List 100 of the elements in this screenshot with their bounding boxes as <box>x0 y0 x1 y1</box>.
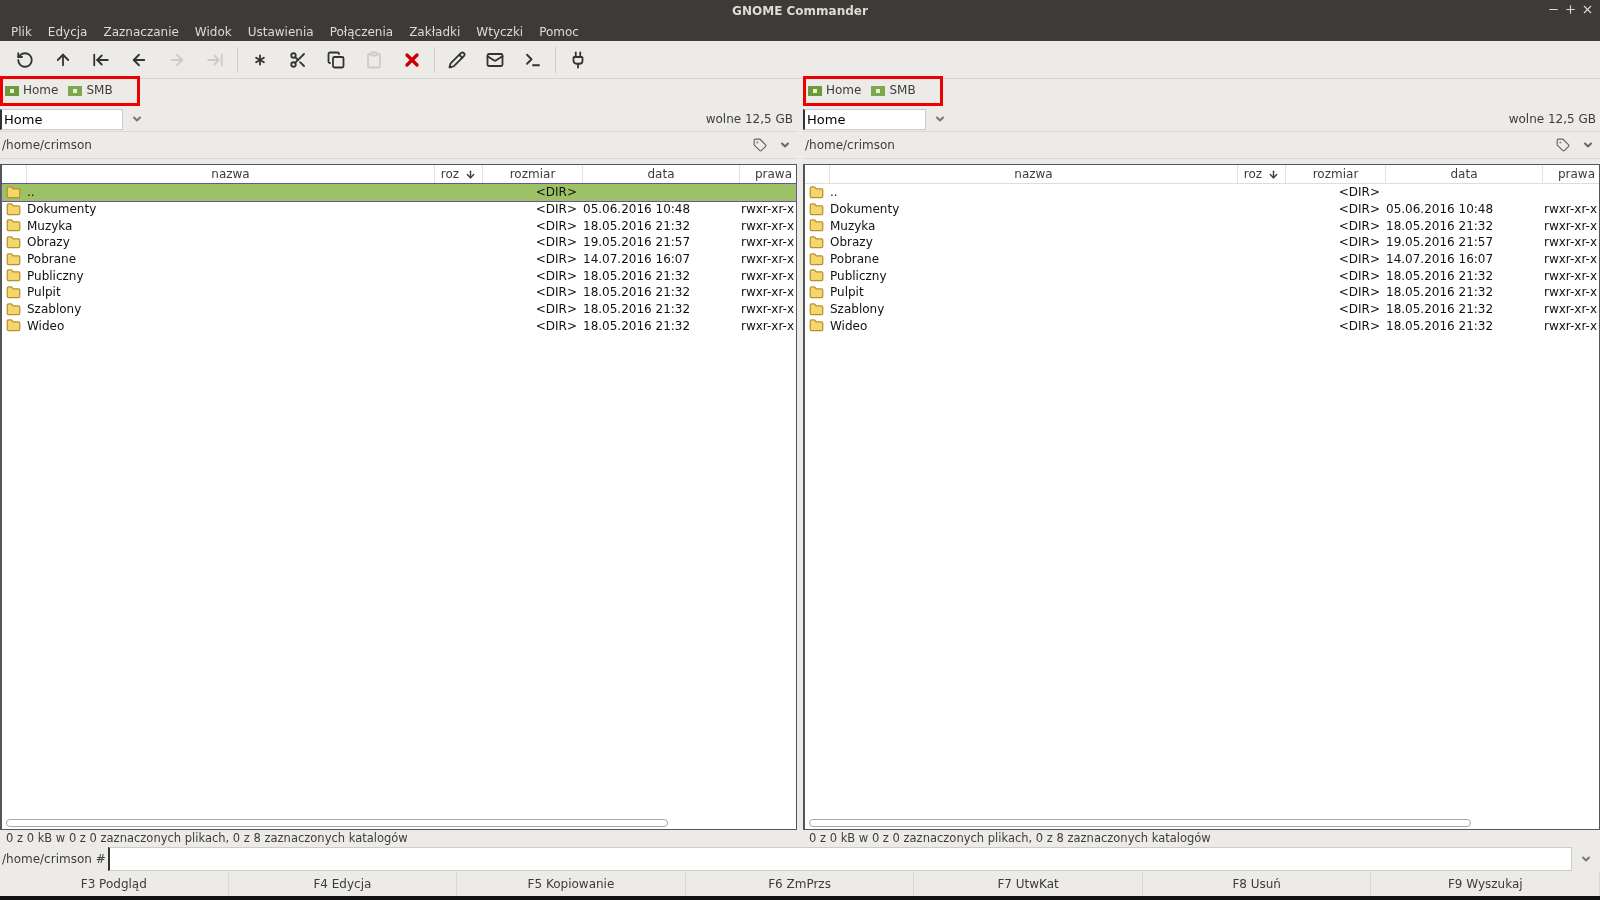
date-cell-text: 05.06.2016 10:48 <box>1386 202 1495 217</box>
permissions-cell-text: rwxr-xr-x <box>740 318 795 333</box>
path-label: /home/crimson <box>804 138 895 152</box>
size-cell-text: <DIR> <box>1337 285 1381 300</box>
drive-icon <box>68 84 83 96</box>
size-cell-text: <DIR> <box>1337 268 1381 283</box>
permissions-cell-text: rwxr-xr-x <box>1543 252 1598 267</box>
device-button[interactable]: Home <box>5 83 59 97</box>
file-row[interactable]: Publiczny <DIR> 18.05.2016 21:32 rwxr-xr-x <box>805 267 1599 285</box>
file-row[interactable]: .. <DIR> <box>2 184 796 201</box>
permissions-cell-text: rwxr-xr-x <box>740 218 795 233</box>
drive-combo[interactable]: Home <box>0 108 123 130</box>
permissions-cell-text: rwxr-xr-x <box>1543 235 1598 250</box>
permissions-cell-text: rwxr-xr-x <box>1543 318 1598 333</box>
menu-item[interactable]: Edycja <box>40 24 95 39</box>
file-row[interactable]: Pobrane <DIR> 14.07.2016 16:07 rwxr-xr-x <box>2 250 796 268</box>
menu-item[interactable]: Plik <box>4 24 39 39</box>
date-cell-text: 19.05.2016 21:57 <box>1386 235 1495 250</box>
date-cell-text: 18.05.2016 21:32 <box>1386 285 1495 300</box>
folder-icon <box>6 234 21 250</box>
date-cell-text: 18.05.2016 21:32 <box>1386 318 1495 333</box>
menu-item[interactable]: Połączenia <box>322 24 401 39</box>
name-cell-text: Szablony <box>830 302 886 317</box>
copy-icon <box>327 50 345 69</box>
date-cell-text: 18.05.2016 21:32 <box>583 318 692 333</box>
file-row[interactable]: Pulpit <DIR> 18.05.2016 21:32 rwxr-xr-x <box>2 284 796 301</box>
file-row[interactable]: Muzyka <DIR> 18.05.2016 21:32 rwxr-xr-x <box>805 217 1599 235</box>
file-row[interactable]: Publiczny <DIR> 18.05.2016 21:32 rwxr-xr-x <box>2 267 796 285</box>
file-row[interactable]: Wideo <DIR> 18.05.2016 21:32 rwxr-xr-x <box>805 317 1599 335</box>
name-cell-text: Dokumenty <box>830 202 901 217</box>
size-cell-text: <DIR> <box>1337 235 1381 250</box>
bookmark-icon[interactable] <box>753 138 767 152</box>
file-row[interactable]: Dokumenty <DIR> 05.06.2016 10:48 rwxr-xr-x <box>2 200 796 218</box>
date-cell-text: 05.06.2016 10:48 <box>583 202 692 217</box>
folder-icon <box>6 284 21 300</box>
column-title: roz <box>440 167 460 181</box>
folder-icon <box>6 201 21 217</box>
date-cell-text: 18.05.2016 21:32 <box>1386 268 1495 283</box>
column-header[interactable]: nazwa <box>830 165 1238 183</box>
name-cell-text: Szablony <box>27 302 83 317</box>
file-row[interactable]: Wideo <DIR> 18.05.2016 21:32 rwxr-xr-x <box>2 317 796 335</box>
file-row[interactable]: Dokumenty <DIR> 05.06.2016 10:48 rwxr-xr-x <box>805 200 1599 218</box>
menu-item[interactable]: Widok <box>187 24 239 39</box>
name-cell-text: Pobrane <box>830 252 881 267</box>
name-cell-text: .. <box>830 185 839 200</box>
permissions-cell-text: rwxr-xr-x <box>1543 302 1598 317</box>
folder-icon <box>6 318 21 334</box>
date-cell-text: 14.07.2016 16:07 <box>583 252 692 267</box>
column-header[interactable]: data <box>1386 165 1543 183</box>
date-cell-text: 18.05.2016 21:32 <box>583 268 692 283</box>
maximize-icon[interactable] <box>1564 3 1577 16</box>
file-row[interactable]: Pobrane <DIR> 14.07.2016 16:07 rwxr-xr-x <box>805 250 1599 268</box>
name-cell-text: .. <box>27 185 36 200</box>
command-input[interactable] <box>107 847 1572 871</box>
permissions-cell-text: rwxr-xr-x <box>740 302 795 317</box>
date-cell-text: 18.05.2016 21:32 <box>1386 302 1495 317</box>
size-cell-text: <DIR> <box>1337 302 1381 317</box>
folder-icon <box>6 218 21 234</box>
size-cell-text: <DIR> <box>1337 202 1381 217</box>
column-header[interactable]: rozmiar <box>1286 165 1386 183</box>
pencil-icon <box>448 50 466 69</box>
file-row[interactable]: Obrazy <DIR> 19.05.2016 21:57 rwxr-xr-x <box>2 234 796 251</box>
menu-item[interactable]: Ustawienia <box>240 24 321 39</box>
file-row[interactable]: Muzyka <DIR> 18.05.2016 21:32 rwxr-xr-x <box>2 217 796 235</box>
drive-icon <box>808 84 822 96</box>
menu-item[interactable]: Wtyczki <box>469 24 531 39</box>
menu-item[interactable]: Zakładki <box>402 24 468 39</box>
menu-item[interactable]: Pomoc <box>532 24 586 39</box>
file-row[interactable]: Obrazy <DIR> 19.05.2016 21:57 rwxr-xr-x <box>805 234 1599 251</box>
device-button[interactable]: SMB <box>68 83 113 97</box>
scissors-icon <box>289 50 307 69</box>
folder-icon <box>6 184 21 200</box>
column-header[interactable]: roz <box>1238 165 1286 183</box>
name-cell-text: Publiczny <box>27 268 85 283</box>
bookmark-icon[interactable] <box>1556 138 1570 152</box>
folder-icon <box>809 251 824 267</box>
folder-icon <box>809 268 824 284</box>
close-icon[interactable] <box>1581 3 1594 16</box>
file-row[interactable]: .. <DIR> <box>805 184 1599 201</box>
column-header[interactable]: prawa <box>1543 165 1599 183</box>
column-header[interactable]: prawa <box>740 165 796 183</box>
file-row[interactable]: Szablony <DIR> 18.05.2016 21:32 rwxr-xr-x <box>2 300 796 318</box>
permissions-cell-text: rwxr-xr-x <box>1543 285 1598 300</box>
device-button[interactable]: SMB <box>871 83 916 97</box>
menu-item[interactable]: Zaznaczanie <box>96 24 186 39</box>
folder-icon <box>809 218 824 234</box>
size-cell-text: <DIR> <box>534 302 578 317</box>
drive-combo[interactable]: Home <box>803 108 926 130</box>
name-cell-text: Wideo <box>830 318 869 333</box>
name-cell-text: Obrazy <box>27 235 71 250</box>
name-cell-text: Wideo <box>27 318 66 333</box>
drive-icon <box>871 84 886 96</box>
folder-icon <box>809 284 824 300</box>
size-cell-text: <DIR> <box>534 318 578 333</box>
device-button[interactable]: Home <box>808 83 862 97</box>
file-row[interactable]: Szablony <DIR> 18.05.2016 21:32 rwxr-xr-x <box>805 300 1599 318</box>
file-row[interactable]: Pulpit <DIR> 18.05.2016 21:32 rwxr-xr-x <box>805 284 1599 301</box>
folder-icon <box>809 184 824 200</box>
refresh-icon <box>16 50 34 69</box>
size-cell-text: <DIR> <box>1337 318 1381 333</box>
